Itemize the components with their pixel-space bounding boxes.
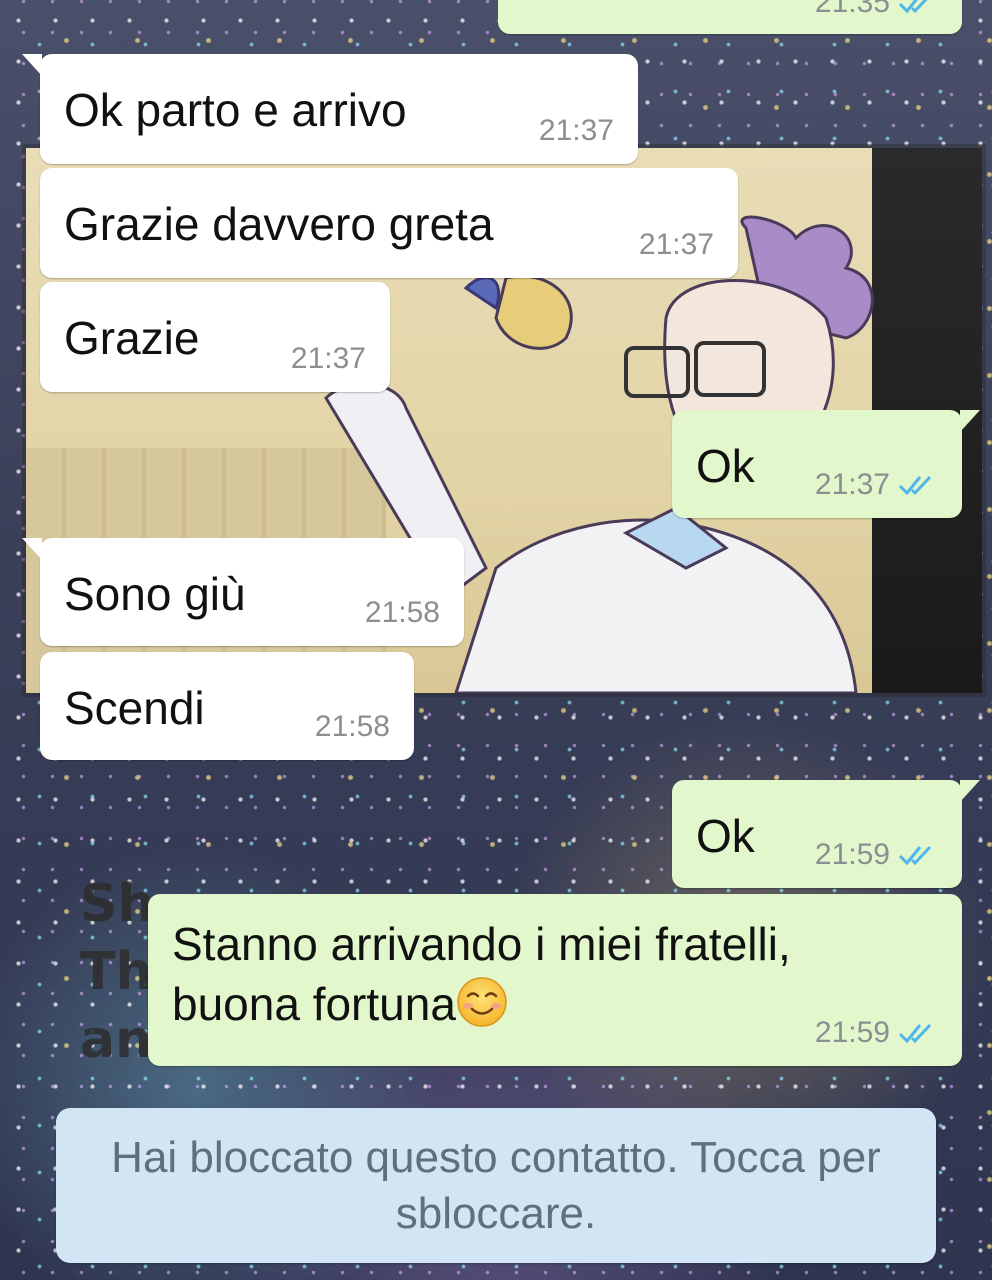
chat-message-list[interactable]: 21:35 Ok parto e arrivo 21:37 Grazie dav… — [0, 0, 992, 1280]
message-timestamp: 21:35 — [814, 0, 890, 19]
message-meta: 21:37 — [815, 468, 938, 502]
message-timestamp: 21:37 — [814, 468, 890, 501]
double-check-read-icon — [898, 0, 928, 14]
message-bubble-incoming[interactable]: Ok parto e arrivo 21:37 — [22, 54, 638, 164]
message-text-line: buona fortuna — [172, 974, 791, 1034]
message-bubble-incoming[interactable]: Grazie davvero greta 21:37 — [40, 168, 738, 278]
message-meta: 21:59 — [815, 838, 938, 872]
message-text-line: Stanno arrivando i miei fratelli, — [172, 918, 791, 970]
bubble-tail — [22, 54, 42, 76]
message-meta: 21:37 — [291, 342, 366, 376]
message-timestamp: 21:37 — [290, 342, 366, 375]
double-check-read-icon — [898, 475, 932, 496]
smiling-face-emoji-icon — [457, 977, 507, 1027]
message-timestamp: 21:58 — [364, 596, 440, 629]
message-bubble-incoming[interactable]: Scendi 21:58 — [40, 652, 414, 760]
double-check-read-icon — [898, 845, 932, 866]
message-bubble-outgoing[interactable]: 21:35 — [498, 0, 962, 34]
message-bubble-incoming[interactable]: Grazie 21:37 — [40, 282, 390, 392]
message-meta: 21:58 — [365, 596, 440, 630]
message-text: Stanno arrivando i miei fratelli, buona … — [172, 914, 791, 1034]
message-bubble-incoming[interactable]: Sono giù 21:58 — [22, 538, 464, 646]
message-bubble-outgoing[interactable]: Ok 21:37 — [672, 410, 980, 518]
message-meta: 21:59 — [815, 1016, 938, 1050]
message-text: Scendi — [64, 682, 205, 734]
message-timestamp: 21:37 — [638, 228, 714, 261]
bubble-tail — [960, 780, 980, 802]
message-text: Grazie — [64, 312, 200, 364]
message-timestamp: 21:37 — [538, 114, 614, 147]
message-text: Sono giù — [64, 568, 246, 620]
message-timestamp: 21:59 — [814, 838, 890, 871]
message-text: Ok — [696, 440, 755, 492]
blocked-notice-text: Hai bloccato questo contatto. Tocca per … — [111, 1132, 881, 1238]
double-check-read-icon — [898, 1023, 932, 1044]
message-meta: 21:37 — [639, 228, 714, 262]
message-meta: 21:37 — [539, 114, 614, 148]
bubble-tail — [22, 538, 42, 560]
message-bubble-outgoing[interactable]: Ok 21:59 — [672, 780, 980, 888]
message-timestamp: 21:58 — [314, 710, 390, 743]
message-text: Grazie davvero greta — [64, 198, 494, 250]
bubble-tail — [960, 410, 980, 432]
message-timestamp: 21:59 — [814, 1016, 890, 1049]
message-text-span: buona fortuna — [172, 978, 456, 1030]
message-text: Ok parto e arrivo — [64, 84, 407, 136]
message-meta: 21:58 — [315, 710, 390, 744]
message-meta: 21:35 — [815, 0, 938, 20]
message-text: Ok — [696, 810, 755, 862]
blocked-contact-notice[interactable]: Hai bloccato questo contatto. Tocca per … — [56, 1108, 936, 1263]
message-bubble-outgoing[interactable]: Stanno arrivando i miei fratelli, buona … — [148, 894, 962, 1066]
